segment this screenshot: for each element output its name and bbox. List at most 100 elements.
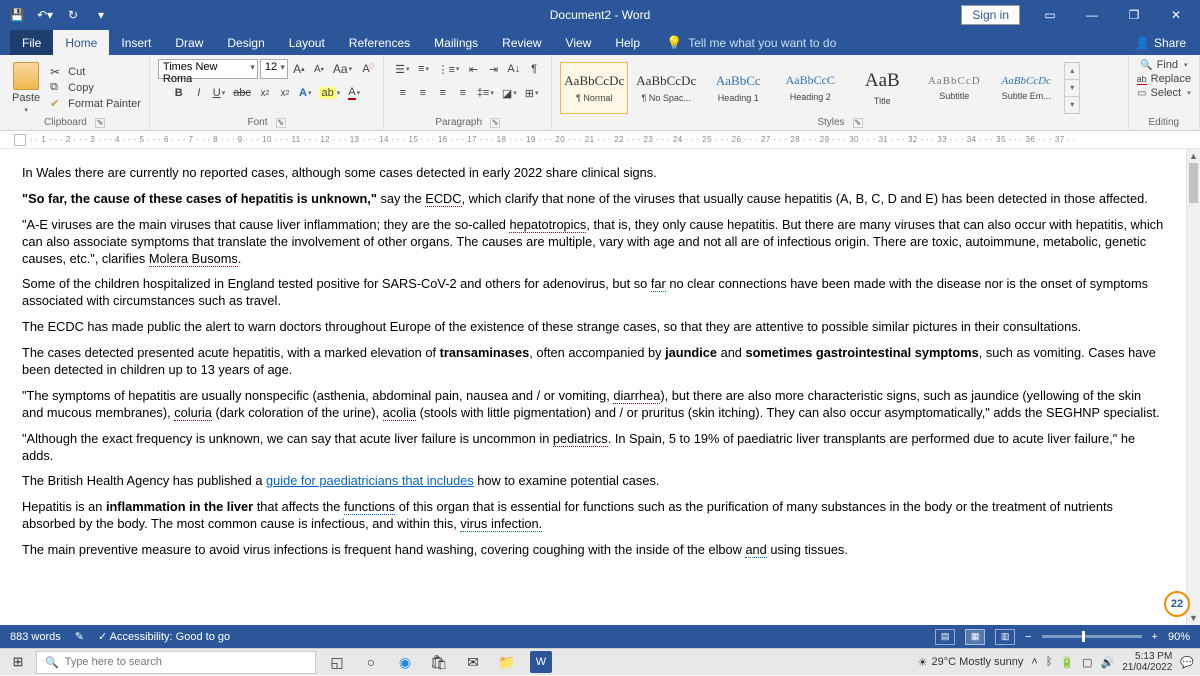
bluetooth-icon[interactable]: ᛒ bbox=[1046, 656, 1053, 668]
format-painter-button[interactable]: Format Painter bbox=[50, 97, 141, 111]
start-button[interactable]: ⊞ bbox=[0, 649, 36, 676]
font-size-combo[interactable]: 12 bbox=[260, 59, 288, 79]
print-layout-button[interactable]: ▦ bbox=[965, 629, 985, 645]
show-marks-button[interactable]: ¶ bbox=[525, 59, 543, 79]
line-spacing-button[interactable]: ‡≡ bbox=[474, 83, 497, 103]
wifi-icon[interactable]: ▢ bbox=[1082, 656, 1092, 669]
comment-badge[interactable]: 22 bbox=[1164, 591, 1190, 617]
task-view-icon[interactable]: ◱ bbox=[326, 651, 348, 673]
save-icon[interactable]: 💾 bbox=[6, 4, 28, 26]
styles-dialog-launcher[interactable]: ⬊ bbox=[853, 118, 863, 128]
explorer-icon[interactable]: 📁 bbox=[496, 651, 518, 673]
scroll-up-icon[interactable]: ▲ bbox=[1187, 149, 1200, 163]
scroll-thumb[interactable] bbox=[1189, 163, 1198, 203]
style--normal[interactable]: AaBbCcDc¶ Normal bbox=[560, 62, 628, 114]
zoom-slider[interactable] bbox=[1042, 635, 1142, 638]
bold-button[interactable]: B bbox=[170, 83, 188, 103]
justify-button[interactable]: ≡ bbox=[454, 83, 472, 103]
chevron-up-icon[interactable]: ˄ bbox=[1031, 656, 1037, 668]
close-button[interactable]: ✕ bbox=[1156, 0, 1196, 30]
increase-indent-button[interactable]: ⇥ bbox=[484, 59, 502, 79]
style-title[interactable]: AaBTitle bbox=[848, 62, 916, 114]
align-center-button[interactable]: ≡ bbox=[414, 83, 432, 103]
replace-button[interactable]: Replace bbox=[1137, 73, 1191, 85]
copy-button[interactable]: Copy bbox=[50, 81, 141, 95]
battery-icon[interactable]: 🔋 bbox=[1060, 656, 1074, 669]
tab-view[interactable]: View bbox=[554, 30, 604, 55]
zoom-in-button[interactable]: + bbox=[1152, 631, 1158, 643]
style-heading-2[interactable]: AaBbCcCHeading 2 bbox=[776, 62, 844, 114]
sign-in-button[interactable]: Sign in bbox=[961, 5, 1020, 25]
paste-button[interactable]: Paste ▾ bbox=[8, 60, 44, 116]
horizontal-ruler[interactable]: · · 1 · · · 2 · · · 3 · · · 4 · · · 5 · … bbox=[0, 131, 1200, 149]
style--no-spac-[interactable]: AaBbCcDc¶ No Spac... bbox=[632, 62, 700, 114]
tab-home[interactable]: Home bbox=[53, 30, 109, 55]
mail-icon[interactable]: ✉ bbox=[462, 651, 484, 673]
ribbon-options-icon[interactable]: ▭ bbox=[1030, 0, 1070, 30]
para[interactable]: The British Health Agency has published … bbox=[22, 473, 1164, 490]
para[interactable]: In Wales there are currently no reported… bbox=[22, 165, 1164, 182]
maximize-button[interactable]: ❐ bbox=[1114, 0, 1154, 30]
find-button[interactable]: Find▾ bbox=[1140, 59, 1187, 71]
multilevel-button[interactable]: ⋮≡ bbox=[434, 59, 462, 79]
zoom-level[interactable]: 90% bbox=[1168, 631, 1190, 643]
word-taskbar-icon[interactable]: W bbox=[530, 651, 552, 673]
select-button[interactable]: Select▾ bbox=[1137, 87, 1191, 99]
paragraph-dialog-launcher[interactable]: ⬊ bbox=[490, 118, 500, 128]
vertical-scrollbar[interactable]: ▲ ▼ bbox=[1186, 149, 1200, 625]
undo-icon[interactable]: ↶▾ bbox=[34, 4, 56, 26]
redo-icon[interactable]: ↻ bbox=[62, 4, 84, 26]
subscript-button[interactable]: x2 bbox=[256, 83, 274, 103]
tell-me-search[interactable]: 💡Tell me what you want to do bbox=[652, 30, 836, 55]
system-clock[interactable]: 5:13 PM21/04/2022 bbox=[1122, 651, 1172, 673]
italic-button[interactable]: I bbox=[190, 83, 208, 103]
tab-selector[interactable] bbox=[14, 134, 26, 146]
guide-link[interactable]: guide for paediatricians that includes bbox=[266, 473, 474, 488]
cortana-icon[interactable]: ○ bbox=[360, 651, 382, 673]
borders-button[interactable]: ⊞ bbox=[522, 83, 542, 103]
superscript-button[interactable]: x2 bbox=[276, 83, 294, 103]
strikethrough-button[interactable]: abc bbox=[230, 83, 254, 103]
edge-icon[interactable]: ◉ bbox=[394, 651, 416, 673]
accessibility-status[interactable]: ✓ Accessibility: Good to go bbox=[98, 630, 230, 643]
tab-file[interactable]: File bbox=[10, 30, 53, 55]
scroll-down-icon[interactable]: ▼ bbox=[1187, 611, 1200, 625]
tab-layout[interactable]: Layout bbox=[277, 30, 337, 55]
store-icon[interactable]: 🛍 bbox=[428, 651, 450, 673]
qat-more-icon[interactable]: ▾ bbox=[90, 4, 112, 26]
decrease-indent-button[interactable]: ⇤ bbox=[464, 59, 482, 79]
numbering-button[interactable]: ≡ bbox=[414, 59, 432, 79]
align-left-button[interactable]: ≡ bbox=[394, 83, 412, 103]
highlight-button[interactable]: ab bbox=[316, 83, 343, 103]
para[interactable]: "The symptoms of hepatitis are usually n… bbox=[22, 388, 1164, 422]
style-subtitle[interactable]: AaBbCcDSubtitle bbox=[920, 62, 988, 114]
font-name-combo[interactable]: Times New Roma bbox=[158, 59, 258, 79]
proofing-icon[interactable]: ✎ bbox=[75, 630, 84, 643]
tab-insert[interactable]: Insert bbox=[109, 30, 163, 55]
font-color-button[interactable]: A bbox=[345, 83, 363, 103]
para[interactable]: The cases detected presented acute hepat… bbox=[22, 345, 1164, 379]
tab-review[interactable]: Review bbox=[490, 30, 553, 55]
taskbar-search[interactable]: 🔍Type here to search bbox=[36, 651, 316, 674]
font-dialog-launcher[interactable]: ⬊ bbox=[276, 118, 286, 128]
para[interactable]: The main preventive measure to avoid vir… bbox=[22, 542, 1164, 559]
text-effects-button[interactable]: A bbox=[296, 83, 314, 103]
shading-button[interactable]: ◪ bbox=[499, 83, 520, 103]
tab-help[interactable]: Help bbox=[603, 30, 652, 55]
underline-button[interactable]: U bbox=[210, 83, 228, 103]
tab-draw[interactable]: Draw bbox=[163, 30, 215, 55]
read-mode-button[interactable]: ▤ bbox=[935, 629, 955, 645]
shrink-font-button[interactable]: A▾ bbox=[310, 59, 328, 79]
para[interactable]: "So far, the cause of these cases of hep… bbox=[22, 191, 1164, 208]
tab-design[interactable]: Design bbox=[215, 30, 276, 55]
share-button[interactable]: 👤Share bbox=[1121, 30, 1200, 55]
bullets-button[interactable]: ☰ bbox=[392, 59, 412, 79]
para[interactable]: "A-E viruses are the main viruses that c… bbox=[22, 217, 1164, 268]
tab-mailings[interactable]: Mailings bbox=[422, 30, 490, 55]
styles-more-button[interactable]: ▴▾▾ bbox=[1064, 62, 1080, 114]
clear-formatting-button[interactable]: A◇ bbox=[357, 59, 375, 79]
grow-font-button[interactable]: A▴ bbox=[290, 59, 308, 79]
sort-button[interactable]: A↓ bbox=[504, 59, 523, 79]
minimize-button[interactable]: — bbox=[1072, 0, 1112, 30]
word-count[interactable]: 883 words bbox=[10, 631, 61, 643]
